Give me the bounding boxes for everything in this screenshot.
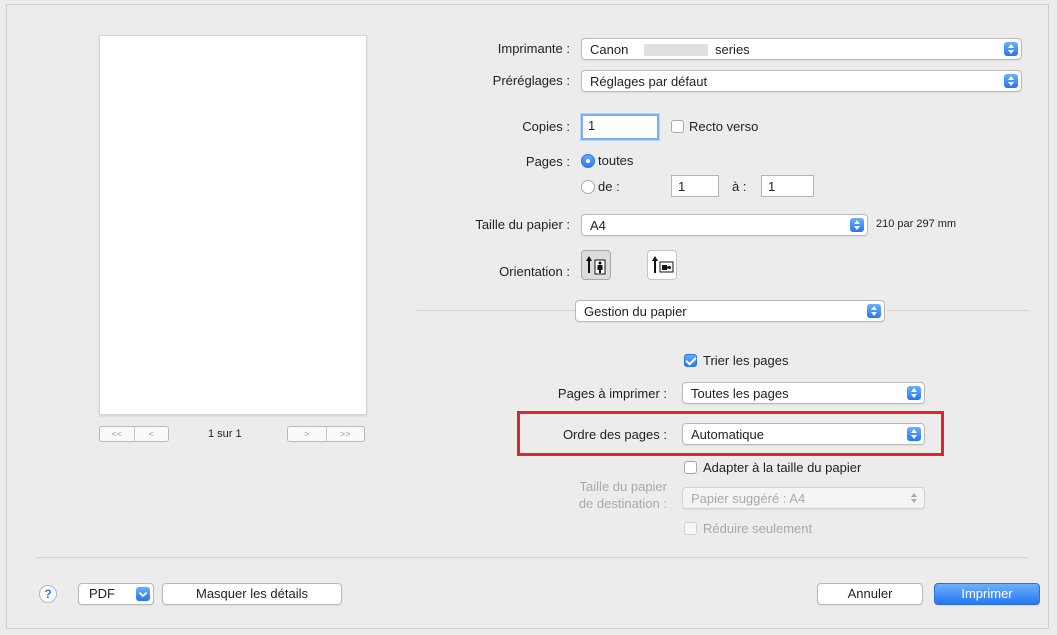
last-page-button[interactable]: >>	[325, 427, 365, 441]
pdf-menu-button[interactable]: PDF	[78, 583, 154, 605]
page-order-label: Ordre des pages :	[562, 427, 667, 442]
pages-to-print-select[interactable]: Toutes les pages	[682, 382, 925, 404]
next-page-button[interactable]: >	[288, 427, 326, 441]
help-button[interactable]: ?	[39, 585, 57, 603]
section-value: Gestion du papier	[584, 304, 687, 319]
page-indicator: 1 sur 1	[208, 428, 242, 440]
pages-to-label: à :	[732, 179, 747, 194]
chevron-updown-icon	[1004, 42, 1018, 56]
chevron-down-icon	[136, 587, 150, 601]
destination-size-label: Taille du papier de destination :	[579, 478, 667, 512]
chevron-updown-icon	[867, 304, 881, 318]
preview-nav-forward-group: > >>	[287, 426, 365, 442]
pages-to-print-value: Toutes les pages	[691, 386, 789, 401]
pdf-label: PDF	[89, 586, 115, 601]
pages-label: Pages :	[525, 154, 570, 169]
presets-label: Préréglages :	[492, 73, 570, 88]
paper-size-label: Taille du papier :	[475, 217, 570, 232]
copies-label: Copies :	[522, 119, 570, 134]
scale-down-only-label: Réduire seulement	[703, 521, 813, 536]
page-order-select[interactable]: Automatique	[682, 423, 925, 445]
scale-to-fit-label: Adapter à la taille du papier	[703, 460, 862, 475]
preview-nav-back-group: << <	[99, 426, 169, 442]
paper-dimensions: 210 par 297 mm	[876, 218, 957, 230]
portrait-icon	[586, 256, 606, 275]
chevron-updown-icon	[907, 491, 921, 505]
destination-size-select[interactable]: Papier suggéré : A4	[682, 487, 925, 509]
paper-size-value: A4	[590, 218, 606, 233]
paper-size-select[interactable]: A4	[581, 214, 868, 236]
duplex-checkbox[interactable]	[671, 120, 684, 133]
chevron-updown-icon	[907, 427, 921, 441]
page-order-value: Automatique	[691, 427, 764, 442]
pages-to-field[interactable]: 1	[761, 175, 814, 197]
chevron-updown-icon	[850, 218, 864, 232]
printer-value-prefix: Canon	[590, 42, 629, 57]
pages-range-label: de :	[598, 179, 620, 194]
printer-label: Imprimante :	[497, 41, 570, 56]
orientation-landscape-button[interactable]	[647, 250, 677, 280]
duplex-label: Recto verso	[689, 119, 759, 134]
previous-page-button[interactable]: <	[133, 427, 169, 441]
copies-field[interactable]: 1	[581, 114, 659, 140]
chevron-updown-icon	[1004, 74, 1018, 88]
footer-divider	[37, 557, 1027, 558]
presets-select[interactable]: Réglages par défaut	[581, 70, 1022, 92]
section-divider-left	[417, 310, 577, 311]
landscape-icon	[652, 256, 674, 273]
page-preview	[99, 35, 367, 415]
section-divider-right	[887, 310, 1029, 311]
print-button[interactable]: Imprimer	[934, 583, 1040, 605]
pages-range-radio[interactable]	[581, 180, 595, 194]
scale-to-fit-checkbox[interactable]	[684, 461, 697, 474]
orientation-label: Orientation :	[499, 264, 570, 279]
chevron-updown-icon	[907, 386, 921, 400]
section-select[interactable]: Gestion du papier	[575, 300, 885, 322]
first-page-button[interactable]: <<	[100, 427, 134, 441]
pages-to-print-label: Pages à imprimer :	[557, 386, 667, 401]
destination-size-value: Papier suggéré : A4	[691, 491, 806, 506]
hide-details-button[interactable]: Masquer les détails	[162, 583, 342, 605]
cancel-button[interactable]: Annuler	[817, 583, 923, 605]
collate-label: Trier les pages	[703, 353, 789, 368]
collate-checkbox[interactable]	[684, 354, 697, 367]
pages-all-radio[interactable]	[581, 154, 595, 168]
pages-from-field[interactable]: 1	[671, 175, 719, 197]
printer-value-suffix: series	[715, 42, 750, 57]
chevron-down-icon-glyph	[138, 591, 148, 598]
print-dialog: << < 1 sur 1 > >> Imprimante : Canon ser…	[6, 4, 1049, 629]
presets-value: Réglages par défaut	[590, 74, 708, 89]
orientation-portrait-button[interactable]	[581, 250, 611, 280]
redacted-model	[644, 44, 708, 56]
pages-all-label: toutes	[598, 153, 634, 168]
destination-size-label-line1: Taille du papier	[579, 479, 667, 494]
scale-down-only-checkbox[interactable]	[684, 522, 697, 535]
destination-size-label-line2: de destination :	[578, 496, 667, 511]
printer-select[interactable]: Canon series	[581, 38, 1022, 60]
